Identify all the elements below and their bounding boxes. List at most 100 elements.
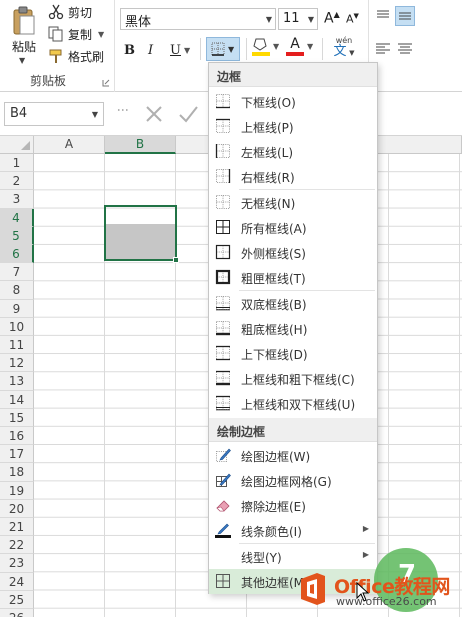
phonetic-guide-button[interactable]: wén 文 ▼ — [328, 36, 360, 59]
row-header[interactable]: 15 — [0, 408, 34, 427]
underline-button[interactable]: U ▼ — [170, 40, 190, 60]
row-header[interactable]: 13 — [0, 372, 34, 391]
menu-item-line-style[interactable]: 线型(Y) ▶ — [209, 544, 377, 569]
menu-item-line-color[interactable]: 线条颜色(I) ▶ — [209, 518, 377, 543]
more-icon[interactable]: ⋮ — [116, 104, 130, 115]
menu-item-thick-box-border[interactable]: 粗匣框线(T) — [209, 265, 377, 290]
row-header[interactable]: 1 — [0, 154, 34, 173]
font-size-select[interactable]: 11 ▼ — [278, 8, 318, 30]
copy-label: 复制 — [68, 27, 93, 42]
increase-font-size-button[interactable]: A▲ — [324, 10, 340, 27]
font-color-label: A — [286, 36, 304, 56]
mouse-cursor-icon — [356, 582, 370, 602]
column-header-a[interactable]: A — [34, 136, 105, 154]
row-header[interactable]: 21 — [0, 518, 34, 537]
menu-item-no-border[interactable]: 无框线(N) — [209, 190, 377, 215]
menu-item-top-bottom-border[interactable]: 上下框线(D) — [209, 341, 377, 366]
row-header[interactable]: 4 — [0, 208, 34, 227]
font-color-button[interactable]: A ▼ — [286, 36, 313, 56]
menu-item-label: 上下框线(D) — [241, 348, 308, 362]
menu-item-right-border[interactable]: 右框线(R) — [209, 164, 377, 189]
bold-button[interactable]: B — [124, 40, 135, 60]
row-header[interactable]: 11 — [0, 336, 34, 355]
menu-item-bottom-double-border[interactable]: 双底框线(B) — [209, 291, 377, 316]
chevron-down-icon: ▼ — [98, 29, 105, 39]
chevron-down-icon: ▼ — [307, 15, 314, 24]
row-header[interactable]: 6 — [0, 245, 34, 264]
menu-item-label: 线条颜色(I) — [241, 525, 302, 539]
enter-icon[interactable] — [176, 102, 200, 126]
chevron-down-icon: ▼ — [19, 56, 26, 65]
decrease-font-size-button[interactable]: A▼ — [346, 12, 359, 26]
row-header[interactable]: 26 — [0, 609, 34, 617]
row-header[interactable]: 2 — [0, 172, 34, 191]
align-top-icon[interactable] — [373, 6, 393, 26]
menu-item-left-border[interactable]: 左框线(L) — [209, 139, 377, 164]
menu-item-all-borders[interactable]: 所有框线(A) — [209, 215, 377, 240]
left-border-icon — [215, 144, 230, 158]
draw-border-grid-icon — [216, 473, 231, 487]
menu-item-label: 绘图边框(W) — [241, 450, 311, 464]
paste-button[interactable]: 粘贴 ▼ — [4, 4, 44, 68]
row-header[interactable]: 19 — [0, 481, 34, 500]
row-header[interactable]: 25 — [0, 590, 34, 609]
row-header[interactable]: 23 — [0, 554, 34, 573]
menu-item-label: 粗底框线(H) — [241, 323, 308, 337]
row-header[interactable]: 18 — [0, 463, 34, 482]
column-header-b[interactable]: B — [105, 136, 176, 154]
row-header[interactable]: 12 — [0, 354, 34, 373]
dialog-launcher-icon[interactable] — [102, 79, 110, 87]
menu-item-draw-border[interactable]: 绘图边框(W) — [209, 443, 377, 468]
divider — [200, 38, 201, 60]
menu-item-thick-bottom-border[interactable]: 粗底框线(H) — [209, 316, 377, 341]
top-double-bottom-border-icon — [216, 395, 230, 411]
row-header[interactable]: 3 — [0, 190, 34, 209]
name-box[interactable]: B4 ▼ — [4, 102, 104, 126]
menu-item-bottom-border[interactable]: 下框线(O) — [209, 89, 377, 114]
row-header[interactable]: 20 — [0, 499, 34, 518]
divider — [322, 38, 323, 60]
row-header[interactable]: 10 — [0, 317, 34, 336]
row-header[interactable]: 24 — [0, 572, 34, 591]
copy-button[interactable]: 复制 ▼ — [48, 24, 104, 44]
row-header[interactable]: 9 — [0, 299, 34, 318]
cancel-icon[interactable] — [142, 102, 166, 126]
select-all-button[interactable] — [0, 136, 34, 154]
menu-item-top-double-bottom-border[interactable]: 上框线和双下框线(U) — [209, 391, 377, 416]
borders-button[interactable]: ▼ — [206, 37, 240, 61]
cell-selection[interactable] — [104, 205, 177, 261]
menu-item-draw-border-grid[interactable]: 绘图边框网格(G) — [209, 468, 377, 493]
font-name-select[interactable]: 黑体 ▼ — [120, 8, 276, 30]
menu-item-eraser[interactable]: 擦除边框(E) — [209, 493, 377, 518]
alignment-group — [368, 0, 462, 92]
top-bottom-border-icon — [216, 345, 230, 361]
fill-color-button[interactable]: ▼ — [252, 36, 279, 56]
menu-item-label: 所有框线(A) — [241, 222, 307, 236]
format-painter-button[interactable]: 格式刷 — [48, 46, 104, 66]
thick-bottom-border-icon — [216, 321, 230, 336]
fill-bucket-icon — [252, 38, 270, 56]
copy-icon — [48, 26, 63, 42]
align-middle-button[interactable] — [395, 6, 415, 26]
chevron-down-icon: ▼ — [183, 45, 191, 55]
row-header[interactable]: 17 — [0, 445, 34, 464]
align-center-icon[interactable] — [395, 38, 415, 58]
row-header[interactable]: 16 — [0, 427, 34, 446]
fill-handle[interactable] — [173, 257, 179, 263]
menu-item-outside-borders[interactable]: 外侧框线(S) — [209, 240, 377, 265]
align-left-icon[interactable] — [373, 38, 393, 58]
paste-label: 粘贴 — [11, 40, 36, 54]
menu-item-top-thick-bottom-border[interactable]: 上框线和粗下框线(C) — [209, 366, 377, 391]
menu-item-top-border[interactable]: 上框线(P) — [209, 114, 377, 139]
italic-button[interactable]: I — [148, 40, 153, 60]
name-box-value: B4 — [10, 106, 28, 121]
row-header[interactable]: 8 — [0, 281, 34, 300]
row-header[interactable]: 14 — [0, 390, 34, 409]
row-header[interactable]: 5 — [0, 226, 34, 245]
row-header[interactable]: 22 — [0, 536, 34, 555]
format-painter-icon — [49, 49, 62, 63]
no-border-icon — [216, 195, 230, 209]
cut-button[interactable]: 剪切 — [48, 2, 92, 22]
row-header[interactable]: 7 — [0, 263, 34, 282]
align-middle-icon — [399, 12, 411, 20]
